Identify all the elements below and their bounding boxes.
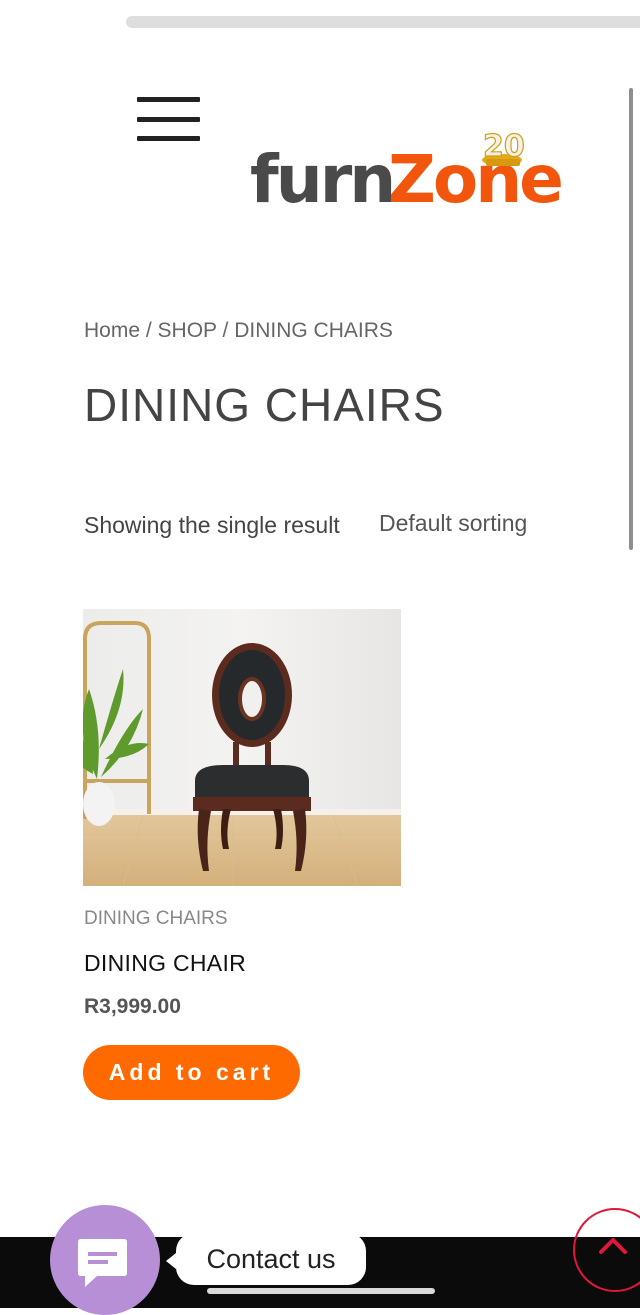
- site-logo[interactable]: furn Zone 20: [250, 124, 570, 218]
- menu-line: [137, 97, 200, 102]
- logo-badge: 20: [483, 129, 525, 164]
- breadcrumb: Home / SHOP / DINING CHAIRS: [84, 319, 393, 343]
- hamburger-menu-icon[interactable]: [137, 97, 200, 141]
- breadcrumb-current: DINING CHAIRS: [234, 319, 393, 342]
- contact-us-label[interactable]: Contact us: [166, 1233, 366, 1285]
- add-to-cart-button[interactable]: Add to cart: [83, 1045, 300, 1100]
- breadcrumb-separator: /: [216, 319, 235, 342]
- logo-text-orange: Zone: [388, 141, 561, 214]
- home-indicator: [207, 1288, 435, 1294]
- page-scrollbar[interactable]: [629, 88, 633, 550]
- product-category[interactable]: DINING CHAIRS: [84, 908, 228, 930]
- menu-line: [137, 136, 200, 141]
- product-price: R3,999.00: [84, 995, 181, 1018]
- page-title: DINING CHAIRS: [84, 379, 445, 431]
- breadcrumb-separator: /: [140, 319, 158, 342]
- sorting-select[interactable]: Default sorting: [379, 510, 527, 537]
- product-image[interactable]: [83, 609, 401, 886]
- logo-text-dark: furn: [250, 141, 393, 214]
- breadcrumb-shop-link[interactable]: SHOP: [158, 319, 217, 342]
- chat-icon: [75, 1233, 130, 1293]
- menu-line: [137, 116, 200, 122]
- breadcrumb-home-link[interactable]: Home: [84, 319, 140, 342]
- top-progress-bar: [126, 16, 640, 28]
- chevron-up-icon: [599, 1238, 627, 1254]
- result-count: Showing the single result: [84, 512, 340, 538]
- anniversary-badge-icon: 20: [482, 128, 525, 166]
- chat-button[interactable]: [50, 1205, 160, 1315]
- product-name[interactable]: DINING CHAIR: [84, 950, 246, 977]
